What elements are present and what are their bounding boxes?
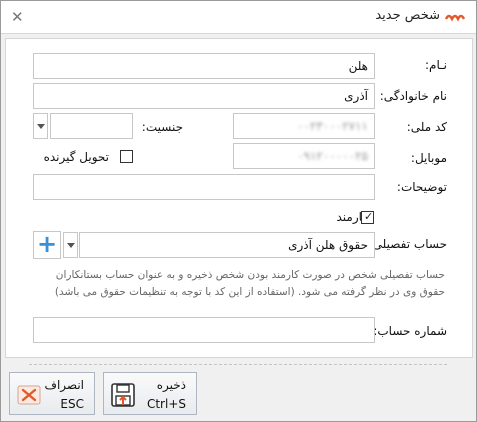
mobile-value: ۰۹۱۲۰۰۰۰۰۲۵ [297,149,368,163]
receiver-label: تحویل گیرنده [43,150,109,164]
save-button[interactable]: ذخیره Ctrl+S [103,372,197,415]
cancel-button[interactable]: انصراف ESC [9,372,95,415]
plus-icon: + [36,230,58,258]
gender-dropdown-arrow-icon[interactable] [33,113,48,139]
employee-checkbox[interactable]: ✓ [361,211,374,224]
gender-select[interactable] [50,113,133,139]
description-label: توضیحات: [396,180,447,194]
add-detail-account-button[interactable]: + [33,231,61,259]
cancel-label: انصراف [44,378,84,392]
floppy-disk-icon [111,383,135,407]
account-number-field[interactable] [33,317,375,343]
detail-account-dropdown-arrow-icon[interactable] [63,232,78,258]
save-shortcut: Ctrl+S [146,397,186,411]
divider [29,364,447,365]
save-label: ذخیره [156,378,186,392]
first-name-field[interactable]: هلن [33,53,375,79]
detail-account-select[interactable]: حقوق هلن آذری [79,232,375,258]
detail-account-hint: حساب تفصیلی شخص در صورت کارمند بودن شخص … [54,269,445,298]
last-name-label: نام خانوادگی: [379,89,447,103]
national-code-field[interactable]: ۰۰۲۳۰۰۰۲۷۱۱ [233,113,375,139]
mobile-field[interactable]: ۰۹۱۲۰۰۰۰۰۲۵ [233,143,375,169]
gender-label: جنسیت: [141,120,183,134]
national-code-value: ۰۰۲۳۰۰۰۲۷۱۱ [297,119,368,133]
national-code-label: کد ملی: [406,120,447,134]
mobile-label: موبایل: [410,151,447,165]
description-field[interactable] [33,174,375,200]
checkmark-icon: ✓ [364,210,374,223]
account-number-label: شماره حساب: [373,324,447,338]
first-name-label: نـام: [425,58,447,72]
sepidar-logo-icon [444,14,466,22]
title-bar: ✕ شخص جدید [1,1,476,34]
new-person-dialog: ✕ شخص جدید نـام: هلن نام خانوادگی: آذری … [0,0,477,422]
cancel-shortcut: ESC [60,397,84,411]
detail-account-label: حساب تفصیلی: [368,237,447,251]
last-name-field[interactable]: آذری [33,83,375,109]
close-icon[interactable]: ✕ [11,7,24,27]
cancel-icon [17,385,41,405]
form-panel: نـام: هلن نام خانوادگی: آذری کد ملی: ۰۰۲… [5,38,473,358]
dialog-title: شخص جدید [375,8,440,23]
receiver-checkbox[interactable] [120,150,133,163]
